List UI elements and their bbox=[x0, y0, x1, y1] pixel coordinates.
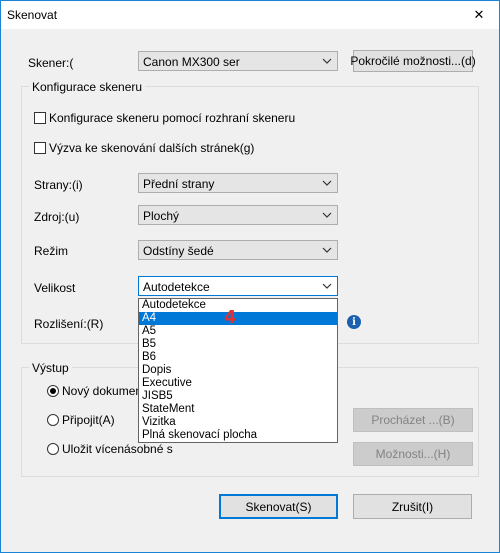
title-bar: Skenovat ✕ bbox=[1, 1, 499, 29]
sides-value: Přední strany bbox=[143, 177, 215, 191]
close-button[interactable]: ✕ bbox=[459, 1, 499, 29]
source-value: Plochý bbox=[143, 209, 180, 223]
mode-label: Režim bbox=[34, 244, 69, 258]
new-document-radio[interactable] bbox=[47, 385, 59, 397]
size-select[interactable]: Autodetekce bbox=[138, 276, 338, 296]
info-icon[interactable]: i bbox=[347, 315, 361, 329]
chevron-down-icon bbox=[322, 212, 332, 218]
scanner-select[interactable]: Canon MX300 ser bbox=[138, 51, 338, 71]
size-value: Autodetekce bbox=[143, 280, 210, 294]
sides-select[interactable]: Přední strany bbox=[138, 173, 338, 193]
config-group-title: Konfigurace skeneru bbox=[29, 80, 146, 94]
scanner-ui-label: Konfigurace skeneru pomocí rozhraní sken… bbox=[49, 111, 296, 125]
window-title: Skenovat bbox=[7, 8, 58, 22]
scan-dialog: Skenovat ✕ Skener:( Canon MX300 ser Pokr… bbox=[0, 0, 500, 553]
scanner-label: Skener:( bbox=[28, 56, 74, 70]
scanner-ui-checkbox[interactable] bbox=[34, 112, 46, 124]
append-radio[interactable] bbox=[47, 414, 59, 426]
dropdown-option-jisb5[interactable]: JISB5 bbox=[139, 390, 337, 403]
annotation-badge: 4 bbox=[224, 307, 237, 328]
resolution-label: Rozlišení:(R) bbox=[34, 317, 104, 331]
options-button[interactable]: Možnosti...(H) bbox=[353, 442, 473, 466]
dropdown-option-b5[interactable]: B5 bbox=[139, 338, 337, 351]
append-label: Připojit(A) bbox=[62, 413, 115, 427]
dropdown-option-statement[interactable]: StateMent bbox=[139, 403, 337, 416]
dropdown-option-letter[interactable]: Dopis bbox=[139, 364, 337, 377]
prompt-more-pages-label: Výzva ke skenování dalších stránek(g) bbox=[49, 141, 255, 155]
mode-select[interactable]: Odstíny šedé bbox=[138, 240, 338, 260]
cancel-button[interactable]: Zrušit(I) bbox=[353, 494, 472, 519]
size-label: Velikost bbox=[34, 281, 76, 295]
dropdown-option-full-platen[interactable]: Plná skenovací plocha bbox=[139, 429, 337, 442]
dropdown-option-business-card[interactable]: Vizitka bbox=[139, 416, 337, 429]
save-multiple-label: Uložit vícenásobné s bbox=[62, 442, 173, 456]
size-dropdown-list[interactable]: Autodetekce A4 A5 B5 B6 Dopis Executive … bbox=[138, 298, 338, 443]
dropdown-option-b6[interactable]: B6 bbox=[139, 351, 337, 364]
output-group-title: Výstup bbox=[29, 361, 72, 375]
new-document-label: Nový dokument bbox=[62, 384, 146, 398]
source-select[interactable]: Plochý bbox=[138, 205, 338, 225]
prompt-more-pages-checkbox[interactable] bbox=[34, 142, 46, 154]
advanced-options-button[interactable]: Pokročilé možnosti...(d) bbox=[350, 50, 476, 72]
sides-label: Strany:(i) bbox=[34, 178, 83, 192]
dropdown-option-executive[interactable]: Executive bbox=[139, 377, 337, 390]
browse-button[interactable]: Procházet ...(B) bbox=[353, 408, 473, 432]
save-multiple-radio[interactable] bbox=[47, 443, 59, 455]
close-icon: ✕ bbox=[473, 7, 485, 22]
chevron-down-icon bbox=[322, 58, 332, 64]
chevron-down-icon bbox=[322, 247, 332, 253]
chevron-down-icon bbox=[322, 180, 332, 186]
dropdown-option-a4[interactable]: A4 bbox=[139, 312, 337, 325]
scanner-value: Canon MX300 ser bbox=[143, 55, 240, 69]
dropdown-option-autodetect[interactable]: Autodetekce bbox=[139, 299, 337, 312]
mode-value: Odstíny šedé bbox=[143, 244, 214, 258]
source-label: Zdroj:(u) bbox=[34, 210, 80, 224]
scan-button[interactable]: Skenovat(S) bbox=[219, 494, 338, 519]
dropdown-option-a5[interactable]: A5 bbox=[139, 325, 337, 338]
chevron-down-icon bbox=[322, 283, 332, 289]
